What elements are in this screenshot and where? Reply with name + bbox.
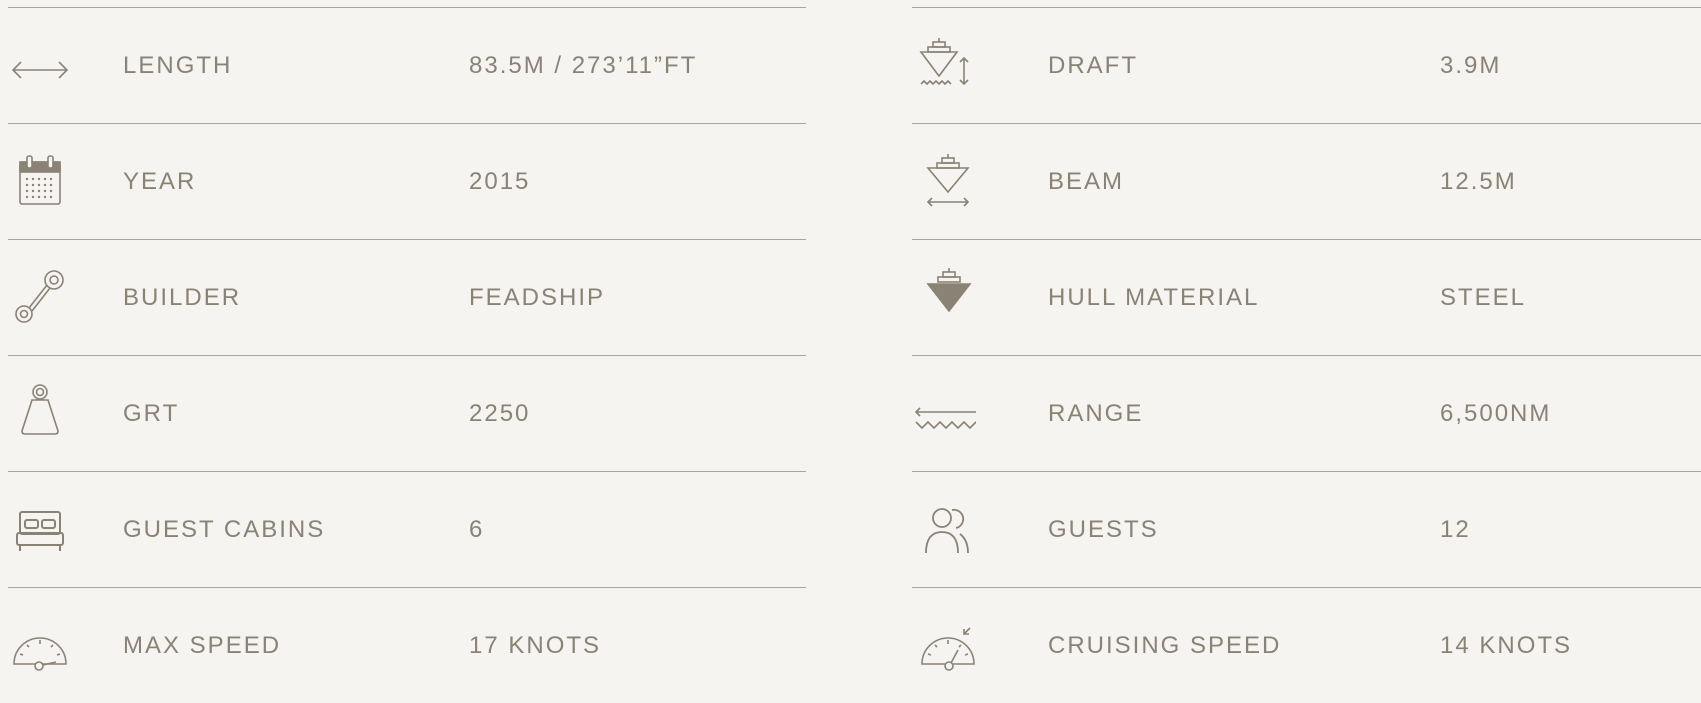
yacht-specifications: LENGTH 83.5M / 273’11”FT YEAR 2015 BUILD…	[0, 0, 1701, 699]
spec-label: MAX SPEED	[123, 632, 282, 659]
spec-value: 14 KNOTS	[1440, 632, 1573, 659]
weight-icon	[8, 382, 72, 446]
spec-row-beam: BEAM 12.5M	[912, 123, 1701, 239]
spec-row-draft: DRAFT 3.9M	[912, 7, 1701, 123]
wrench-icon	[8, 266, 72, 330]
spec-value: FEADSHIP	[469, 284, 606, 311]
spec-value: 2015	[469, 168, 531, 195]
spec-row-max-speed: MAX SPEED 17 KNOTS	[8, 587, 806, 703]
spec-label: RANGE	[1048, 400, 1144, 427]
double-arrow-icon	[8, 34, 72, 98]
spec-label: BUILDER	[123, 284, 242, 311]
bed-icon	[8, 498, 72, 562]
spec-row-hull-material: HULL MATERIAL STEEL	[912, 239, 1701, 355]
spec-value: 6	[469, 516, 485, 543]
spec-label: YEAR	[123, 168, 197, 195]
spec-label: GUESTS	[1048, 516, 1159, 543]
spec-row-builder: BUILDER FEADSHIP	[8, 239, 806, 355]
spec-label: HULL MATERIAL	[1048, 284, 1260, 311]
spec-row-range: RANGE 6,500NM	[912, 355, 1701, 471]
guests-icon	[912, 498, 976, 562]
spec-label: CRUISING SPEED	[1048, 632, 1282, 659]
spec-row-cruising-speed: CRUISING SPEED 14 KNOTS	[912, 587, 1701, 703]
cruising-gauge-icon	[912, 614, 976, 678]
speedometer-icon	[8, 614, 72, 678]
ship-beam-icon	[912, 150, 976, 214]
spec-row-guest-cabins: GUEST CABINS 6	[8, 471, 806, 587]
spec-row-year: YEAR 2015	[8, 123, 806, 239]
spec-value: 83.5M / 273’11”FT	[469, 52, 698, 79]
spec-label: GUEST CABINS	[123, 516, 326, 543]
spec-row-grt: GRT 2250	[8, 355, 806, 471]
spec-label: GRT	[123, 400, 180, 427]
spec-value: 6,500NM	[1440, 400, 1552, 427]
ship-hull-icon	[912, 266, 976, 330]
range-waves-icon	[912, 382, 976, 446]
spec-value: 17 KNOTS	[469, 632, 602, 659]
spec-row-guests: GUESTS 12	[912, 471, 1701, 587]
calendar-icon	[8, 150, 72, 214]
spec-value: 3.9M	[1440, 52, 1502, 79]
spec-value: STEEL	[1440, 284, 1527, 311]
spec-label: DRAFT	[1048, 52, 1138, 79]
spec-row-length: LENGTH 83.5M / 273’11”FT	[8, 7, 806, 123]
spec-value: 12.5M	[1440, 168, 1517, 195]
spec-value: 12	[1440, 516, 1471, 543]
spec-label: LENGTH	[123, 52, 233, 79]
specs-column-right: DRAFT 3.9M BEAM 12.5M HULL MATERIAL STEE…	[912, 7, 1701, 703]
spec-label: BEAM	[1048, 168, 1125, 195]
specs-column-left: LENGTH 83.5M / 273’11”FT YEAR 2015 BUILD…	[8, 7, 806, 703]
ship-draft-icon	[912, 34, 976, 98]
spec-value: 2250	[469, 400, 531, 427]
